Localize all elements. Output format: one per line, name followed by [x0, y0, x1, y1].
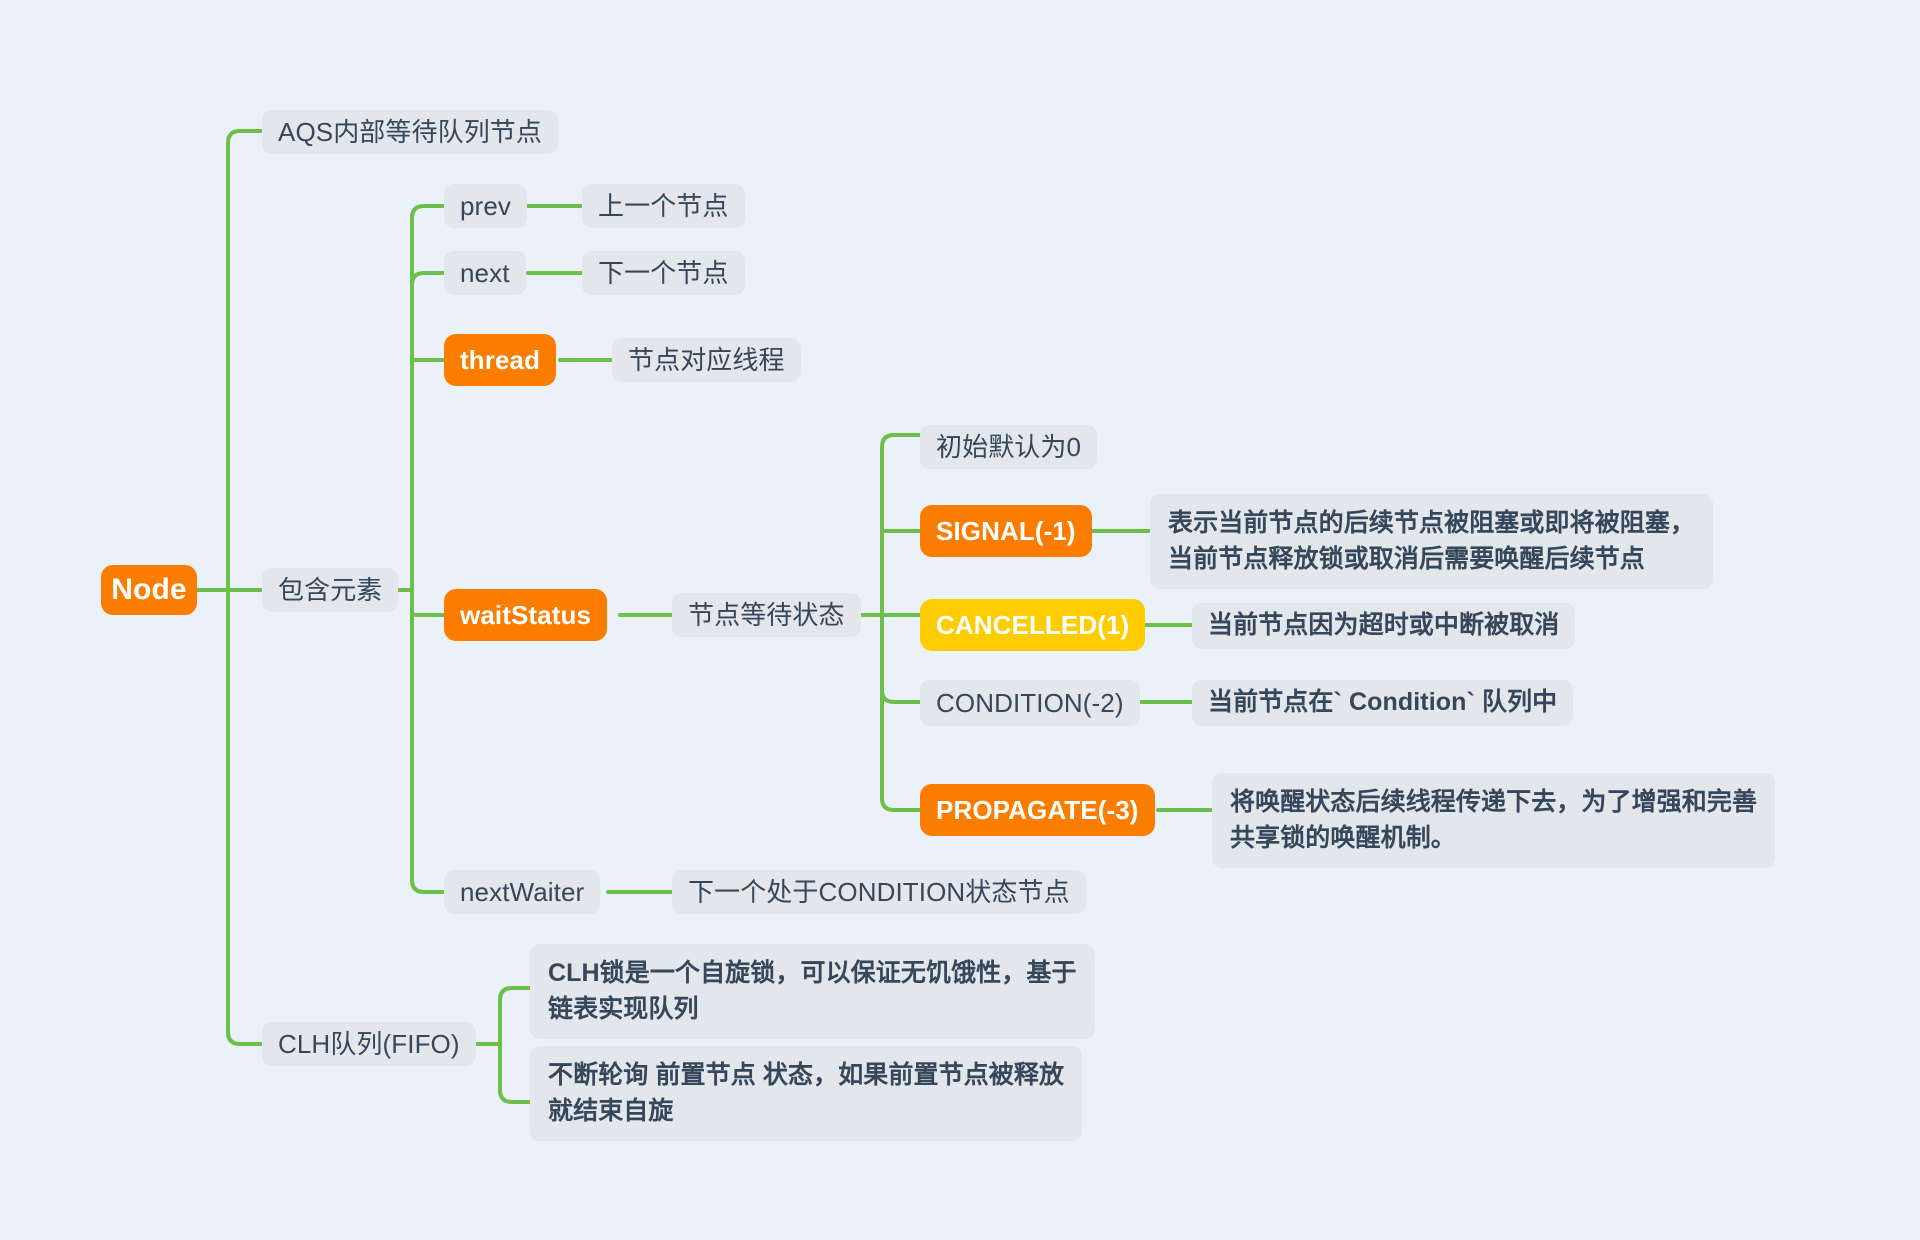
node-aqs-description[interactable]: AQS内部等待队列节点 [262, 110, 559, 154]
node-prev-description[interactable]: 上一个节点 [582, 184, 745, 228]
mindmap-canvas: Node AQS内部等待队列节点 包含元素 CLH队列(FIFO) prev 上… [0, 0, 1920, 1240]
node-waitstatus-signal[interactable]: SIGNAL(-1) [920, 505, 1092, 557]
node-thread-description[interactable]: 节点对应线程 [612, 338, 801, 382]
node-wait-status-description[interactable]: 节点等待状态 [672, 593, 861, 637]
node-waitstatus-propagate-description[interactable]: 将唤醒状态后续线程传递下去，为了增强和完善 共享锁的唤醒机制。 [1212, 773, 1776, 868]
node-waitstatus-propagate[interactable]: PROPAGATE(-3) [920, 784, 1155, 836]
node-next-waiter-description[interactable]: 下一个处于CONDITION状态节点 [672, 870, 1086, 914]
node-waitstatus-condition[interactable]: CONDITION(-2) [920, 680, 1140, 726]
root-node[interactable]: Node [101, 565, 197, 615]
node-next-description[interactable]: 下一个节点 [582, 251, 745, 295]
node-wait-status[interactable]: waitStatus [444, 589, 608, 641]
node-waitstatus-signal-description[interactable]: 表示当前节点的后续节点被阻塞或即将被阻塞， 当前节点释放锁或取消后需要唤醒后续节… [1150, 494, 1714, 589]
node-clh-description-1[interactable]: CLH锁是一个自旋锁，可以保证无饥饿性，基于 链表实现队列 [530, 944, 1095, 1039]
node-waitstatus-condition-description[interactable]: 当前节点在` Condition` 队列中 [1192, 680, 1574, 726]
node-clh-description-2[interactable]: 不断轮询 前置节点 状态，如果前置节点被释放 就结束自旋 [530, 1046, 1083, 1141]
node-waitstatus-default[interactable]: 初始默认为0 [920, 425, 1098, 469]
node-prev[interactable]: prev [444, 184, 527, 228]
node-contains-elements[interactable]: 包含元素 [262, 568, 399, 612]
node-next-waiter[interactable]: nextWaiter [444, 870, 601, 914]
node-waitstatus-cancelled-description[interactable]: 当前节点因为超时或中断被取消 [1192, 603, 1576, 649]
node-next[interactable]: next [444, 251, 526, 295]
node-waitstatus-cancelled[interactable]: CANCELLED(1) [920, 599, 1146, 651]
node-clh-queue[interactable]: CLH队列(FIFO) [262, 1022, 476, 1066]
node-thread[interactable]: thread [444, 334, 557, 386]
